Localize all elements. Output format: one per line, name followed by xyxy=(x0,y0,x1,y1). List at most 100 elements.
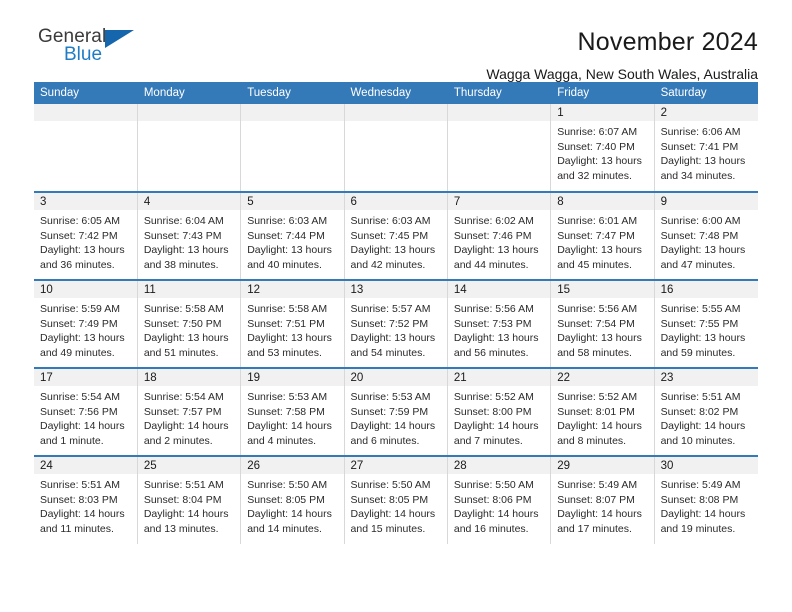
daylight-duration-line1: Daylight: 13 hours xyxy=(557,332,642,345)
sunrise-time: Sunrise: 5:49 AM xyxy=(660,479,741,491)
weekday-header-tuesday: Tuesday xyxy=(240,82,345,104)
daylight-duration-line1: Daylight: 14 hours xyxy=(350,420,436,433)
calendar-day-cell[interactable]: 18 Sunrise: 5:54 AM Sunset: 7:57 PM Dayligh… xyxy=(137,367,242,456)
day-number: 25 xyxy=(137,457,241,474)
calendar-day-cell[interactable]: 2 Sunrise: 6:06 AM Sunset: 7:41 PM Daylight… xyxy=(654,104,758,192)
calendar-cell-empty xyxy=(240,104,345,192)
day-number: 6 xyxy=(344,193,447,210)
sunset-time: Sunset: 7:52 PM xyxy=(350,317,429,330)
calendar-day-cell[interactable]: 24 Sunrise: 5:51 AM Sunset: 8:03 PM Dayligh… xyxy=(34,455,138,544)
daylight-duration-line2: and 17 minutes. xyxy=(557,522,632,535)
daylight-duration-line2: and 8 minutes. xyxy=(557,434,627,447)
calendar-day-cell[interactable]: 30 Sunrise: 5:49 AM Sunset: 8:08 PM Dayligh… xyxy=(654,455,758,544)
daylight-duration-line2: and 7 minutes. xyxy=(453,434,523,447)
daylight-duration-line1: Daylight: 13 hours xyxy=(453,332,539,345)
calendar-day-cell[interactable]: 21 Sunrise: 5:52 AM Sunset: 8:00 PM Dayligh… xyxy=(447,367,552,456)
day-number: 30 xyxy=(654,457,758,474)
calendar-day-cell[interactable]: 12 Sunrise: 5:58 AM Sunset: 7:51 PM Dayligh… xyxy=(240,279,345,368)
sunrise-time: Sunrise: 6:00 AM xyxy=(660,215,741,227)
calendar-week-row: 24 Sunrise: 5:51 AM Sunset: 8:03 PM Dayligh… xyxy=(34,455,758,544)
sunset-time: Sunset: 8:05 PM xyxy=(247,493,325,506)
daylight-duration-line1: Daylight: 14 hours xyxy=(40,420,125,433)
daylight-duration-line1: Daylight: 13 hours xyxy=(350,332,436,345)
day-details: Sunrise: 6:03 AM Sunset: 7:44 PM Daylight:… xyxy=(241,210,343,272)
calendar-day-cell[interactable]: 26 Sunrise: 5:50 AM Sunset: 8:05 PM Dayligh… xyxy=(240,455,345,544)
calendar-page: General Blue November 2024 Wagga Wagga, … xyxy=(0,0,792,612)
sunset-time: Sunset: 7:46 PM xyxy=(453,229,532,242)
sunset-time: Sunset: 8:02 PM xyxy=(660,405,739,418)
day-details: Sunrise: 6:02 AM Sunset: 7:46 PM Daylight:… xyxy=(448,210,550,272)
sunrise-time: Sunrise: 5:56 AM xyxy=(557,303,638,315)
sunset-time: Sunset: 7:57 PM xyxy=(143,405,222,418)
daylight-duration-line2: and 53 minutes. xyxy=(247,346,322,359)
calendar-day-cell[interactable]: 3 Sunrise: 6:05 AM Sunset: 7:42 PM Daylight… xyxy=(34,191,138,280)
day-details: Sunrise: 5:58 AM Sunset: 7:50 PM Daylight:… xyxy=(138,298,240,360)
calendar-day-cell[interactable]: 29 Sunrise: 5:49 AM Sunset: 8:07 PM Dayligh… xyxy=(550,455,655,544)
calendar-day-cell[interactable]: 6 Sunrise: 6:03 AM Sunset: 7:45 PM Daylight… xyxy=(344,191,448,280)
weekday-header-wednesday: Wednesday xyxy=(344,82,448,104)
calendar-day-cell[interactable]: 7 Sunrise: 6:02 AM Sunset: 7:46 PM Daylight… xyxy=(447,191,552,280)
daylight-duration-line1: Daylight: 14 hours xyxy=(40,508,125,521)
day-number xyxy=(344,104,447,121)
weekday-header-friday: Friday xyxy=(550,82,655,104)
sunrise-time: Sunrise: 5:51 AM xyxy=(660,391,741,403)
sunrise-time: Sunrise: 5:55 AM xyxy=(660,303,741,315)
day-details: Sunrise: 5:56 AM Sunset: 7:53 PM Daylight:… xyxy=(448,298,550,360)
calendar-day-cell[interactable]: 22 Sunrise: 5:52 AM Sunset: 8:01 PM Dayligh… xyxy=(550,367,655,456)
calendar-day-cell[interactable]: 20 Sunrise: 5:53 AM Sunset: 7:59 PM Dayligh… xyxy=(344,367,448,456)
calendar-day-cell[interactable]: 27 Sunrise: 5:50 AM Sunset: 8:05 PM Dayligh… xyxy=(344,455,448,544)
calendar-day-cell[interactable]: 11 Sunrise: 5:58 AM Sunset: 7:50 PM Dayligh… xyxy=(137,279,242,368)
calendar-day-cell[interactable]: 1 Sunrise: 6:07 AM Sunset: 7:40 PM Daylight… xyxy=(550,104,655,192)
generalblue-logo[interactable]: General Blue xyxy=(34,26,158,76)
daylight-duration-line1: Daylight: 13 hours xyxy=(350,244,436,257)
calendar-day-cell[interactable]: 10 Sunrise: 5:59 AM Sunset: 7:49 PM Dayligh… xyxy=(34,279,138,368)
title-block: November 2024 Wagga Wagga, New South Wal… xyxy=(486,26,758,85)
sunrise-time: Sunrise: 5:54 AM xyxy=(143,391,224,403)
calendar-day-cell[interactable]: 9 Sunrise: 6:00 AM Sunset: 7:48 PM Daylight… xyxy=(654,191,758,280)
sunrise-time: Sunrise: 5:50 AM xyxy=(350,479,431,491)
calendar-day-cell[interactable]: 5 Sunrise: 6:03 AM Sunset: 7:44 PM Daylight… xyxy=(240,191,345,280)
sunset-time: Sunset: 7:50 PM xyxy=(143,317,222,330)
day-number: 26 xyxy=(241,457,344,474)
weekday-header-sunday: Sunday xyxy=(34,82,138,104)
sunset-time: Sunset: 7:59 PM xyxy=(350,405,429,418)
calendar-day-cell[interactable]: 23 Sunrise: 5:51 AM Sunset: 8:02 PM Dayligh… xyxy=(654,367,758,456)
sunset-time: Sunset: 8:07 PM xyxy=(557,493,635,506)
day-number: 4 xyxy=(137,193,241,210)
sunrise-time: Sunrise: 5:51 AM xyxy=(143,479,224,491)
calendar-cell-empty xyxy=(137,104,242,192)
daylight-duration-line2: and 32 minutes. xyxy=(557,169,632,182)
daylight-duration-line2: and 45 minutes. xyxy=(557,258,632,271)
sunrise-time: Sunrise: 5:57 AM xyxy=(350,303,431,315)
calendar-cell-empty xyxy=(344,104,448,192)
calendar-day-cell[interactable]: 14 Sunrise: 5:56 AM Sunset: 7:53 PM Dayligh… xyxy=(447,279,552,368)
sunset-time: Sunset: 7:45 PM xyxy=(350,229,429,242)
day-number xyxy=(447,104,551,121)
calendar-day-cell[interactable]: 16 Sunrise: 5:55 AM Sunset: 7:55 PM Dayligh… xyxy=(654,279,758,368)
calendar-day-cell[interactable]: 15 Sunrise: 5:56 AM Sunset: 7:54 PM Dayligh… xyxy=(550,279,655,368)
day-details: Sunrise: 5:51 AM Sunset: 8:04 PM Daylight:… xyxy=(138,474,240,536)
sunset-time: Sunset: 7:58 PM xyxy=(247,405,325,418)
sunset-time: Sunset: 7:51 PM xyxy=(247,317,325,330)
page-header: General Blue November 2024 Wagga Wagga, … xyxy=(34,0,758,82)
calendar-day-cell[interactable]: 19 Sunrise: 5:53 AM Sunset: 7:58 PM Dayligh… xyxy=(240,367,345,456)
weekday-header-monday: Monday xyxy=(137,82,242,104)
daylight-duration-line1: Daylight: 14 hours xyxy=(143,420,229,433)
day-details: Sunrise: 5:54 AM Sunset: 7:57 PM Daylight:… xyxy=(138,386,240,448)
calendar-day-cell[interactable]: 13 Sunrise: 5:57 AM Sunset: 7:52 PM Dayligh… xyxy=(344,279,448,368)
daylight-duration-line1: Daylight: 14 hours xyxy=(660,420,746,433)
daylight-duration-line1: Daylight: 13 hours xyxy=(557,155,642,168)
sunset-time: Sunset: 7:49 PM xyxy=(40,317,118,330)
calendar-day-cell[interactable]: 4 Sunrise: 6:04 AM Sunset: 7:43 PM Daylight… xyxy=(137,191,242,280)
day-number xyxy=(137,104,241,121)
calendar-day-cell[interactable]: 8 Sunrise: 6:01 AM Sunset: 7:47 PM Daylight… xyxy=(550,191,655,280)
calendar-day-cell[interactable]: 28 Sunrise: 5:50 AM Sunset: 8:06 PM Dayligh… xyxy=(447,455,552,544)
daylight-duration-line2: and 49 minutes. xyxy=(40,346,115,359)
day-details: Sunrise: 5:51 AM Sunset: 8:02 PM Daylight:… xyxy=(655,386,758,448)
daylight-duration-line2: and 38 minutes. xyxy=(143,258,219,271)
daylight-duration-line1: Daylight: 13 hours xyxy=(247,332,332,345)
sunrise-time: Sunrise: 6:01 AM xyxy=(557,215,638,227)
calendar-day-cell[interactable]: 25 Sunrise: 5:51 AM Sunset: 8:04 PM Dayligh… xyxy=(137,455,242,544)
daylight-duration-line2: and 42 minutes. xyxy=(350,258,426,271)
calendar-day-cell[interactable]: 17 Sunrise: 5:54 AM Sunset: 7:56 PM Dayligh… xyxy=(34,367,138,456)
